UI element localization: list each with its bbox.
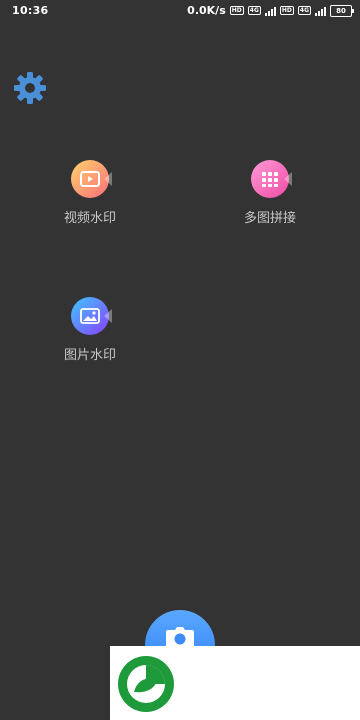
settings-button[interactable] <box>12 70 48 106</box>
multi-image-stitch-button[interactable]: 多图拼接 <box>220 160 320 226</box>
video-watermark-label: 视频水印 <box>63 211 116 226</box>
green-leaf-logo-icon <box>118 656 174 712</box>
status-bar: 10:36 0.0K/s HD 4G HD 4G 80 <box>0 0 360 22</box>
signal-icon <box>264 6 276 16</box>
hd-badge: HD <box>229 6 244 15</box>
image-icon <box>71 297 109 335</box>
video-watermark-button[interactable]: 视频水印 <box>40 160 140 226</box>
gear-icon <box>14 72 46 104</box>
image-watermark-button[interactable]: 图片水印 <box>40 297 140 363</box>
ad-banner[interactable] <box>110 646 360 720</box>
network-badge-2: 4G <box>297 6 311 15</box>
multi-image-stitch-label: 多图拼接 <box>243 211 296 226</box>
status-indicators: 0.0K/s HD 4G HD 4G 80 <box>187 4 354 17</box>
battery-icon: 80 <box>330 4 354 17</box>
signal-icon-2 <box>315 6 326 16</box>
video-play-icon <box>71 160 109 198</box>
status-time: 10:36 <box>12 4 49 17</box>
network-speed: 0.0K/s <box>187 4 226 17</box>
network-badge-1: 4G <box>247 6 261 15</box>
image-watermark-label: 图片水印 <box>63 348 116 363</box>
grid-icon <box>251 160 289 198</box>
hd-badge-2: HD <box>279 6 294 15</box>
